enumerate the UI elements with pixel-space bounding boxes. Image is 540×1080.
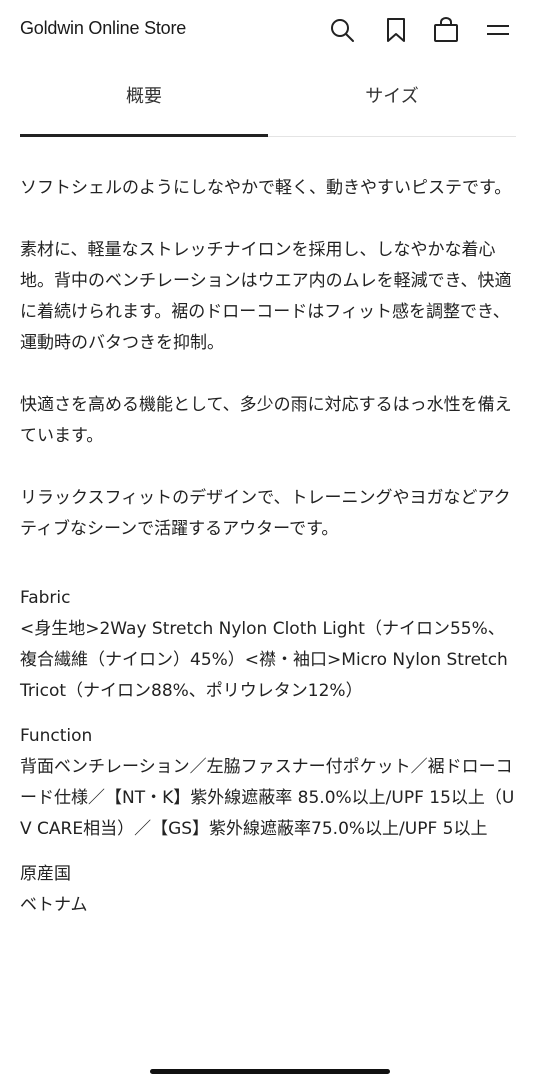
function-spec: Function 背面ベンチレーション／左脇ファスナー付ポケット／裾ドローコード…: [20, 721, 520, 845]
bookmark-icon[interactable]: [382, 16, 410, 44]
product-description: ソフトシェルのようにしなやかで軽く、動きやすいピステです。 素材に、軽量なストレ…: [20, 173, 520, 935]
description-paragraph: ソフトシェルのようにしなやかで軽く、動きやすいピステです。: [20, 178, 512, 198]
function-body: 背面ベンチレーション／左脇ファスナー付ポケット／裾ドローコード仕様／【NT・K】…: [20, 757, 515, 839]
bag-icon[interactable]: [432, 16, 460, 44]
menu-icon[interactable]: [484, 16, 512, 44]
search-icon[interactable]: [328, 16, 356, 44]
active-tab-indicator: [20, 134, 268, 137]
site-header: Goldwin Online Store: [0, 0, 540, 62]
origin-body: ベトナム: [20, 895, 88, 915]
origin-spec: 原産国 ベトナム: [20, 859, 520, 921]
home-indicator: [150, 1069, 390, 1074]
fabric-body: <身生地>2Way Stretch Nylon Cloth Light（ナイロン…: [20, 619, 508, 701]
description-paragraph: 素材に、軽量なストレッチナイロンを採用し、しなやかな着心地。背中のベンチレーショ…: [20, 240, 512, 353]
tab-size[interactable]: サイズ: [268, 72, 516, 132]
fabric-spec: Fabric <身生地>2Way Stretch Nylon Cloth Lig…: [20, 583, 520, 707]
fabric-title: Fabric: [20, 588, 71, 608]
brand-logo-text[interactable]: Goldwin Online Store: [20, 18, 186, 39]
description-paragraph: リラックスフィットのデザインで、トレーニングやヨガなどアクティブなシーンで活躍す…: [20, 488, 511, 539]
product-tabs: 概要 サイズ: [20, 72, 516, 137]
tab-overview[interactable]: 概要: [20, 72, 268, 132]
description-paragraph: 快適さを高める機能として、多少の雨に対応するはっ水性を備えています。: [20, 395, 512, 446]
function-title: Function: [20, 726, 93, 746]
origin-title: 原産国: [20, 864, 71, 884]
